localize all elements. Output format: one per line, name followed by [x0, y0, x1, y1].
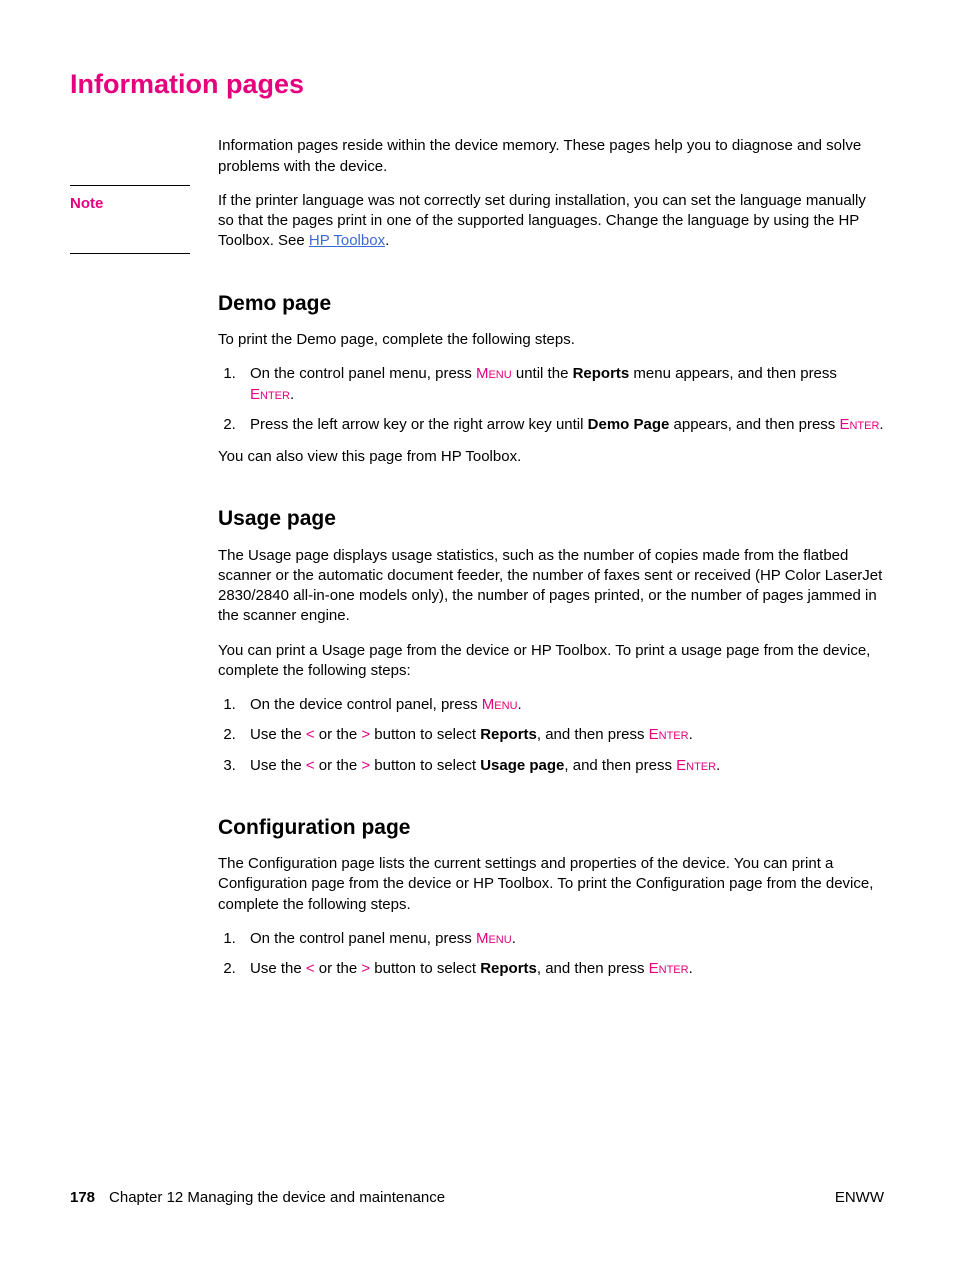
step-text: menu appears, and then press: [629, 365, 837, 382]
demo-page-bold: Demo Page: [588, 416, 670, 433]
step-text: .: [512, 930, 516, 947]
menu-key: Menu: [476, 365, 512, 382]
list-item: Use the < or the > button to select Repo…: [240, 959, 884, 979]
step-text: Use the: [250, 726, 306, 743]
list-item: Use the < or the > button to select Usag…: [240, 756, 884, 776]
reports-bold: Reports: [480, 726, 537, 743]
demo-tail: You can also view this page from HP Tool…: [218, 447, 884, 467]
usage-page-bold: Usage page: [480, 757, 564, 774]
step-text: .: [879, 416, 883, 433]
step-text: , and then press: [564, 757, 676, 774]
note-block: Note If the printer language was not cor…: [218, 191, 884, 252]
step-text: .: [290, 386, 294, 403]
step-text: On the control panel menu, press: [250, 930, 476, 947]
step-text: or the: [315, 960, 362, 977]
step-text: button to select: [370, 757, 480, 774]
greater-than-symbol: >: [361, 757, 370, 774]
step-text: On the device control panel, press: [250, 696, 482, 713]
note-rule-top: [70, 185, 190, 186]
step-text: .: [689, 960, 693, 977]
step-text: button to select: [370, 726, 480, 743]
enter-key: Enter: [676, 757, 716, 774]
intro-paragraph: Information pages reside within the devi…: [218, 136, 884, 177]
step-text: Use the: [250, 757, 306, 774]
footer-right: ENWW: [835, 1188, 884, 1208]
step-text: , and then press: [537, 726, 649, 743]
step-text: Press the left arrow key or the right ar…: [250, 416, 588, 433]
page-footer: 178 Chapter 12 Managing the device and m…: [70, 1188, 884, 1208]
enter-key: Enter: [250, 386, 290, 403]
greater-than-symbol: >: [361, 726, 370, 743]
usage-p2: You can print a Usage page from the devi…: [218, 641, 884, 682]
step-text: appears, and then press: [669, 416, 839, 433]
list-item: On the control panel menu, press Menu un…: [240, 364, 884, 405]
step-text: .: [518, 696, 522, 713]
less-than-symbol: <: [306, 960, 315, 977]
reports-bold: Reports: [480, 960, 537, 977]
menu-key: Menu: [482, 696, 518, 713]
note-label: Note: [70, 194, 190, 214]
step-text: button to select: [370, 960, 480, 977]
menu-key: Menu: [476, 930, 512, 947]
chapter-title: Chapter 12 Managing the device and maint…: [109, 1188, 445, 1208]
step-text: until the: [512, 365, 573, 382]
step-text: Use the: [250, 960, 306, 977]
usage-heading: Usage page: [218, 505, 884, 533]
less-than-symbol: <: [306, 726, 315, 743]
demo-heading: Demo page: [218, 290, 884, 318]
enter-key: Enter: [839, 416, 879, 433]
list-item: On the control panel menu, press Menu.: [240, 929, 884, 949]
config-heading: Configuration page: [218, 814, 884, 842]
step-text: or the: [315, 726, 362, 743]
list-item: On the device control panel, press Menu.: [240, 695, 884, 715]
step-text: .: [716, 757, 720, 774]
config-steps: On the control panel menu, press Menu. U…: [218, 929, 884, 980]
less-than-symbol: <: [306, 757, 315, 774]
usage-steps: On the device control panel, press Menu.…: [218, 695, 884, 776]
demo-steps: On the control panel menu, press Menu un…: [218, 364, 884, 435]
step-text: or the: [315, 757, 362, 774]
enter-key: Enter: [649, 960, 689, 977]
list-item: Press the left arrow key or the right ar…: [240, 415, 884, 435]
hp-toolbox-link[interactable]: HP Toolbox: [309, 232, 385, 249]
step-text: .: [689, 726, 693, 743]
demo-lead: To print the Demo page, complete the fol…: [218, 330, 884, 350]
page-number: 178: [70, 1188, 95, 1208]
config-p1: The Configuration page lists the current…: [218, 854, 884, 915]
list-item: Use the < or the > button to select Repo…: [240, 725, 884, 745]
page-title: Information pages: [70, 66, 884, 102]
usage-p1: The Usage page displays usage statistics…: [218, 546, 884, 627]
step-text: , and then press: [537, 960, 649, 977]
greater-than-symbol: >: [361, 960, 370, 977]
note-text-post: .: [385, 232, 389, 249]
note-rule-bottom: [70, 253, 190, 254]
reports-bold: Reports: [573, 365, 630, 382]
enter-key: Enter: [649, 726, 689, 743]
step-text: On the control panel menu, press: [250, 365, 476, 382]
